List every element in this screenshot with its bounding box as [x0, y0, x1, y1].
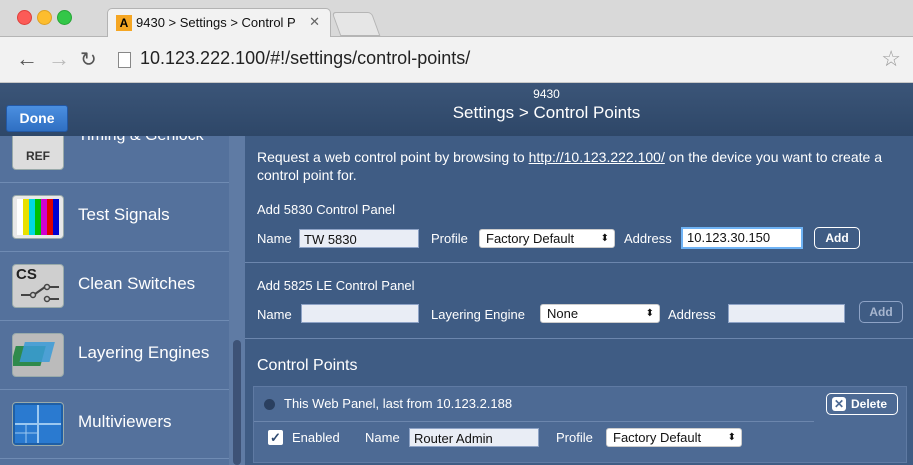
ref-icon-text: REF: [26, 149, 50, 163]
grid-svg: [15, 405, 61, 443]
page-icon: [118, 52, 131, 68]
name-5825-input[interactable]: [301, 304, 419, 323]
minimize-window-button[interactable]: [37, 10, 52, 25]
enabled-checkbox[interactable]: ✓: [268, 430, 283, 445]
sidebar: REF Timing & Genlock Test Signals CS: [0, 136, 229, 465]
address-5830-input[interactable]: 10.123.30.150: [681, 227, 803, 249]
tab-close-icon[interactable]: ✕: [309, 14, 320, 30]
ref-icon: REF: [12, 136, 64, 170]
control-point-profile-value: Factory Default: [613, 430, 702, 445]
close-window-button[interactable]: [17, 10, 32, 25]
control-point-description: This Web Panel, last from 10.123.2.188: [284, 396, 513, 411]
request-text: Request a web control point by browsing …: [257, 149, 529, 165]
select-arrows-icon: ⬍: [727, 432, 736, 443]
control-point-name-input[interactable]: Router Admin: [409, 428, 539, 447]
tab-title: 9430 > Settings > Control Points: [136, 15, 296, 30]
name-label: Name: [365, 430, 400, 445]
browser-toolbar: ← → ↻ 10.123.222.100/#!/settings/control…: [0, 37, 913, 83]
zoom-window-button[interactable]: [57, 10, 72, 25]
profile-label: Profile: [431, 231, 468, 246]
back-arrow-icon[interactable]: ←: [16, 46, 38, 72]
device-link[interactable]: http://10.123.222.100/: [529, 149, 665, 165]
divider: [245, 262, 913, 263]
delete-button[interactable]: ✕ Delete: [826, 393, 898, 415]
switch-symbol-svg: [21, 283, 59, 303]
layers-svg: [13, 342, 55, 366]
app-header: Done 9430 Settings > Control Points: [0, 83, 913, 137]
address-label: Address: [668, 307, 716, 322]
profile-5830-value: Factory Default: [486, 231, 575, 246]
add-5830-title: Add 5830 Control Panel: [257, 202, 396, 217]
url-field[interactable]: 10.123.222.100/#!/settings/control-point…: [140, 48, 470, 69]
status-indicator: [264, 399, 275, 410]
browser-tab-bar: A 9430 > Settings > Control Points ✕: [0, 0, 913, 37]
sidebar-item-layering-engines[interactable]: Layering Engines: [0, 321, 229, 390]
request-instructions: Request a web control point by browsing …: [257, 148, 902, 184]
divider: [254, 421, 814, 422]
delete-label: Delete: [851, 397, 888, 411]
add-5830-button[interactable]: Add: [814, 227, 860, 249]
sidebar-scroll-thumb[interactable]: [233, 340, 241, 465]
favicon-icon: A: [116, 15, 132, 31]
layering-engine-value: None: [547, 306, 579, 321]
switch-icon: CS: [12, 264, 64, 308]
sidebar-item-clean-switches[interactable]: CS Clean Switches: [0, 252, 229, 321]
layering-engine-select[interactable]: None ⬍: [540, 304, 660, 323]
sidebar-item-multiviewers[interactable]: Multiviewers: [0, 390, 229, 459]
add-5825-title: Add 5825 LE Control Panel: [257, 278, 415, 293]
sidebar-item-label: Timing & Genlock: [78, 136, 204, 144]
sidebar-item-label: Layering Engines: [78, 343, 210, 362]
sidebar-item-label: Multiviewers: [78, 412, 172, 431]
forward-arrow-icon[interactable]: →: [48, 46, 70, 72]
page-title: Settings > Control Points: [452, 103, 641, 122]
color-bars-svg: [17, 199, 59, 235]
control-points-heading: Control Points: [257, 357, 358, 374]
bookmark-star-icon[interactable]: ☆: [881, 46, 901, 72]
layering-engine-label: Layering Engine: [431, 307, 525, 322]
add-5825-button[interactable]: Add: [859, 301, 903, 323]
sidebar-item-label: Clean Switches: [78, 274, 196, 293]
name-5830-input[interactable]: TW 5830: [299, 229, 419, 248]
address-5825-input[interactable]: [728, 304, 845, 323]
reload-icon[interactable]: ↻: [80, 47, 97, 72]
control-point-profile-select[interactable]: Factory Default ⬍: [606, 428, 742, 447]
device-name: 9430: [533, 87, 560, 101]
main-content: Request a web control point by browsing …: [245, 136, 913, 465]
close-icon: ✕: [832, 397, 846, 411]
select-arrows-icon: ⬍: [645, 308, 654, 319]
divider: [245, 338, 913, 339]
new-tab-button[interactable]: [331, 12, 381, 36]
layers-icon: [12, 333, 64, 377]
name-label: Name: [257, 231, 292, 246]
select-arrows-icon: ⬍: [600, 233, 609, 244]
sidebar-item-label: Test Signals: [78, 205, 170, 224]
control-point-item: This Web Panel, last from 10.123.2.188 ✕…: [253, 386, 907, 463]
sidebar-item-timing-genlock[interactable]: REF Timing & Genlock: [0, 136, 229, 183]
profile-label: Profile: [556, 430, 593, 445]
enabled-label: Enabled: [292, 430, 340, 445]
profile-5830-select[interactable]: Factory Default ⬍: [479, 229, 615, 248]
browser-tab[interactable]: A 9430 > Settings > Control Points ✕: [107, 8, 331, 37]
name-label: Name: [257, 307, 292, 322]
color-bars-icon: [12, 195, 64, 239]
address-label: Address: [624, 231, 672, 246]
grid-icon: [12, 402, 64, 446]
sidebar-item-test-signals[interactable]: Test Signals: [0, 183, 229, 252]
